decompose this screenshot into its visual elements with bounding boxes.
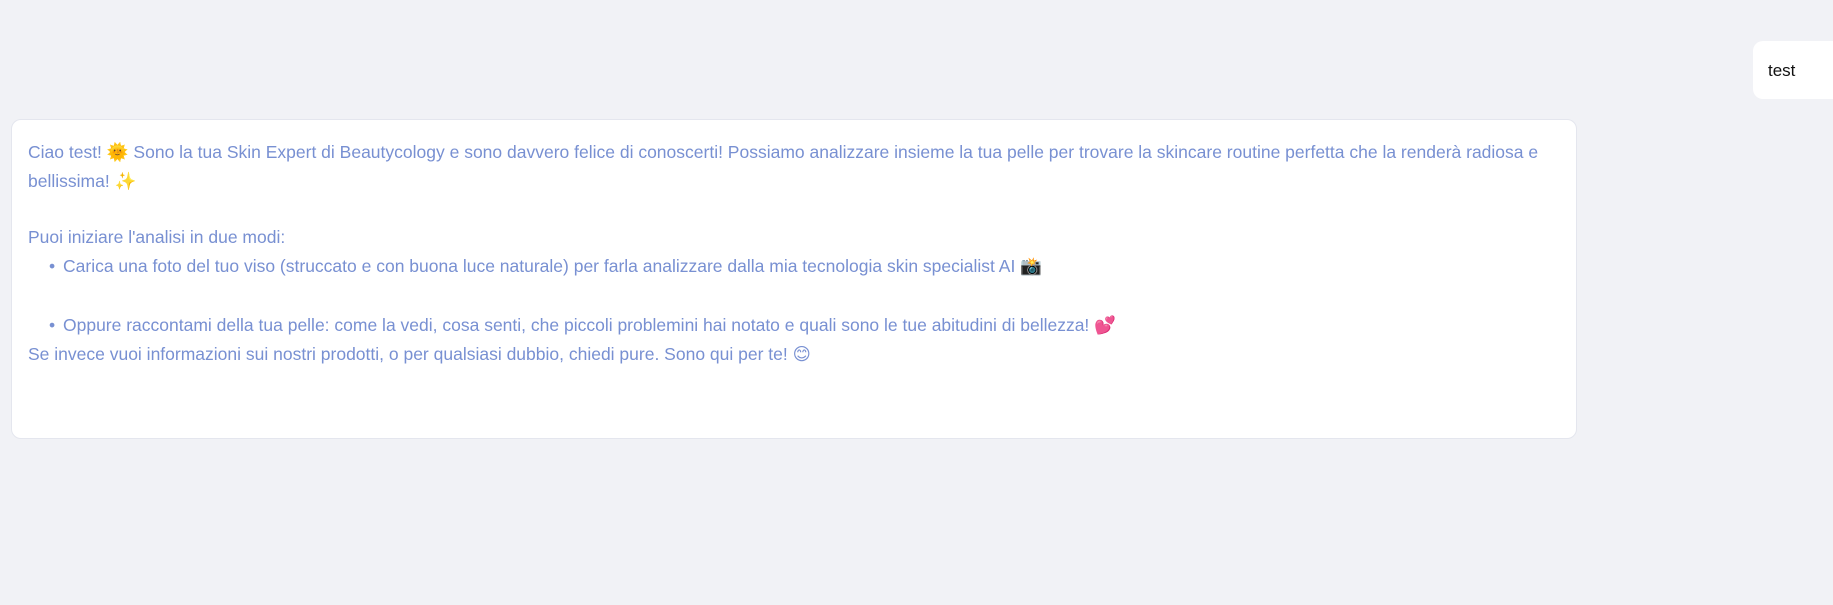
list-item: • Carica una foto del tuo viso (struccato… bbox=[49, 252, 1560, 281]
bot-closing-text: Se invece vuoi informazioni sui nostri p… bbox=[28, 343, 811, 364]
bot-message-bubble: Ciao test! 🌞 Sono la tua Skin Expert di … bbox=[11, 119, 1577, 439]
bot-options-list: • Carica una foto del tuo viso (struccato… bbox=[28, 252, 1560, 340]
option-text: Oppure raccontami della tua pelle: come … bbox=[63, 315, 1116, 335]
list-item: • Oppure raccontami della tua pelle: come… bbox=[49, 311, 1560, 340]
bullet-icon: • bbox=[49, 315, 56, 335]
bullet-icon: • bbox=[49, 255, 56, 276]
user-message-bubble: test bbox=[1753, 41, 1833, 99]
bot-options-heading: Puoi iniziare l'analisi in due modi: bbox=[28, 227, 286, 247]
user-message-text: test bbox=[1768, 61, 1796, 80]
option-text: Carica una foto del tuo viso (struccato … bbox=[63, 255, 1042, 276]
chat-area: test Ciao test! 🌞 Sono la tua Skin Exper… bbox=[0, 0, 1833, 605]
bot-intro-text: Ciao test! 🌞 Sono la tua Skin Expert di … bbox=[28, 142, 1539, 191]
